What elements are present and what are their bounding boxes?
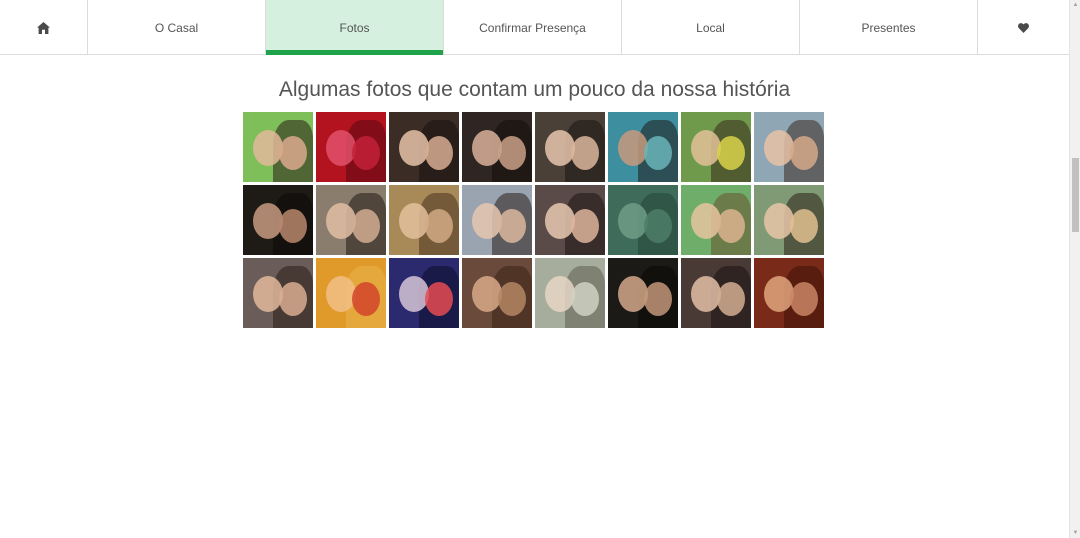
photo-shape xyxy=(498,282,526,316)
photo-gallery xyxy=(243,112,825,328)
gallery-photo[interactable] xyxy=(462,258,532,328)
photo-shape xyxy=(498,136,526,170)
nav-tab-o-casal[interactable]: O Casal xyxy=(88,0,266,55)
gallery-photo[interactable] xyxy=(535,112,605,182)
gallery-photo[interactable] xyxy=(243,185,313,255)
nav-tab-label: Local xyxy=(696,20,725,35)
gallery-photo[interactable] xyxy=(681,258,751,328)
nav-tab-label: Presentes xyxy=(861,20,916,35)
photo-shape xyxy=(790,209,818,243)
nav-tab-label: O Casal xyxy=(154,20,199,35)
gallery-photo[interactable] xyxy=(316,112,386,182)
gallery-photo[interactable] xyxy=(535,258,605,328)
gallery-photo[interactable] xyxy=(316,258,386,328)
gallery-photo[interactable] xyxy=(535,185,605,255)
gallery-photo[interactable] xyxy=(462,112,532,182)
nav-tab-label: Fotos xyxy=(339,20,370,35)
gallery-photo[interactable] xyxy=(389,112,459,182)
nav-tab-fotos[interactable]: Fotos xyxy=(266,0,444,55)
photo-shape xyxy=(717,282,745,316)
scrollbar-thumb[interactable] xyxy=(1072,158,1079,232)
nav-tab-local[interactable]: Local xyxy=(622,0,800,55)
heart-icon xyxy=(1018,22,1029,33)
home-icon xyxy=(37,21,50,34)
photo-shape xyxy=(571,136,599,170)
nav-tab-label: Confirmar Presença xyxy=(479,20,586,35)
gallery-photo[interactable] xyxy=(316,185,386,255)
gallery-photo[interactable] xyxy=(243,258,313,328)
gallery-photo[interactable] xyxy=(462,185,532,255)
nav-tab-confirmar-presenca[interactable]: Confirmar Presença xyxy=(444,0,622,55)
gallery-photo[interactable] xyxy=(243,112,313,182)
gallery-photo[interactable] xyxy=(681,112,751,182)
scroll-down-arrow-icon[interactable]: ▼ xyxy=(1071,528,1080,538)
gallery-photo[interactable] xyxy=(389,258,459,328)
gallery-photo[interactable] xyxy=(608,112,678,182)
photo-shape xyxy=(279,209,307,243)
nav-tab-presentes[interactable]: Presentes xyxy=(800,0,978,55)
scroll-up-arrow-icon[interactable]: ▲ xyxy=(1071,0,1080,10)
nav-home-button[interactable] xyxy=(0,0,88,55)
photo-shape xyxy=(352,209,380,243)
photo-shape xyxy=(644,136,672,170)
photo-shape xyxy=(571,209,599,243)
gallery-photo[interactable] xyxy=(754,112,824,182)
gallery-title: Algumas fotos que contam um pouco da nos… xyxy=(278,78,791,101)
photo-shape xyxy=(790,136,818,170)
gallery-photo[interactable] xyxy=(608,258,678,328)
photo-shape xyxy=(352,136,380,170)
photo-shape xyxy=(644,209,672,243)
photo-shape xyxy=(717,209,745,243)
photo-shape xyxy=(790,282,818,316)
gallery-photo[interactable] xyxy=(681,185,751,255)
photo-shape xyxy=(279,282,307,316)
nav-heart-button[interactable] xyxy=(978,0,1069,55)
photo-shape xyxy=(498,209,526,243)
gallery-photo[interactable] xyxy=(754,185,824,255)
photo-shape xyxy=(352,282,380,316)
photo-shape xyxy=(279,136,307,170)
photo-shape xyxy=(644,282,672,316)
photo-shape xyxy=(717,136,745,170)
vertical-scrollbar[interactable]: ▲ ▼ xyxy=(1069,0,1080,538)
photo-shape xyxy=(425,282,453,316)
gallery-photo[interactable] xyxy=(389,185,459,255)
photo-shape xyxy=(425,209,453,243)
gallery-photo[interactable] xyxy=(608,185,678,255)
photo-shape xyxy=(571,282,599,316)
gallery-photo[interactable] xyxy=(754,258,824,328)
photo-shape xyxy=(425,136,453,170)
top-navigation: O Casal Fotos Confirmar Presença Local P… xyxy=(0,0,1069,55)
